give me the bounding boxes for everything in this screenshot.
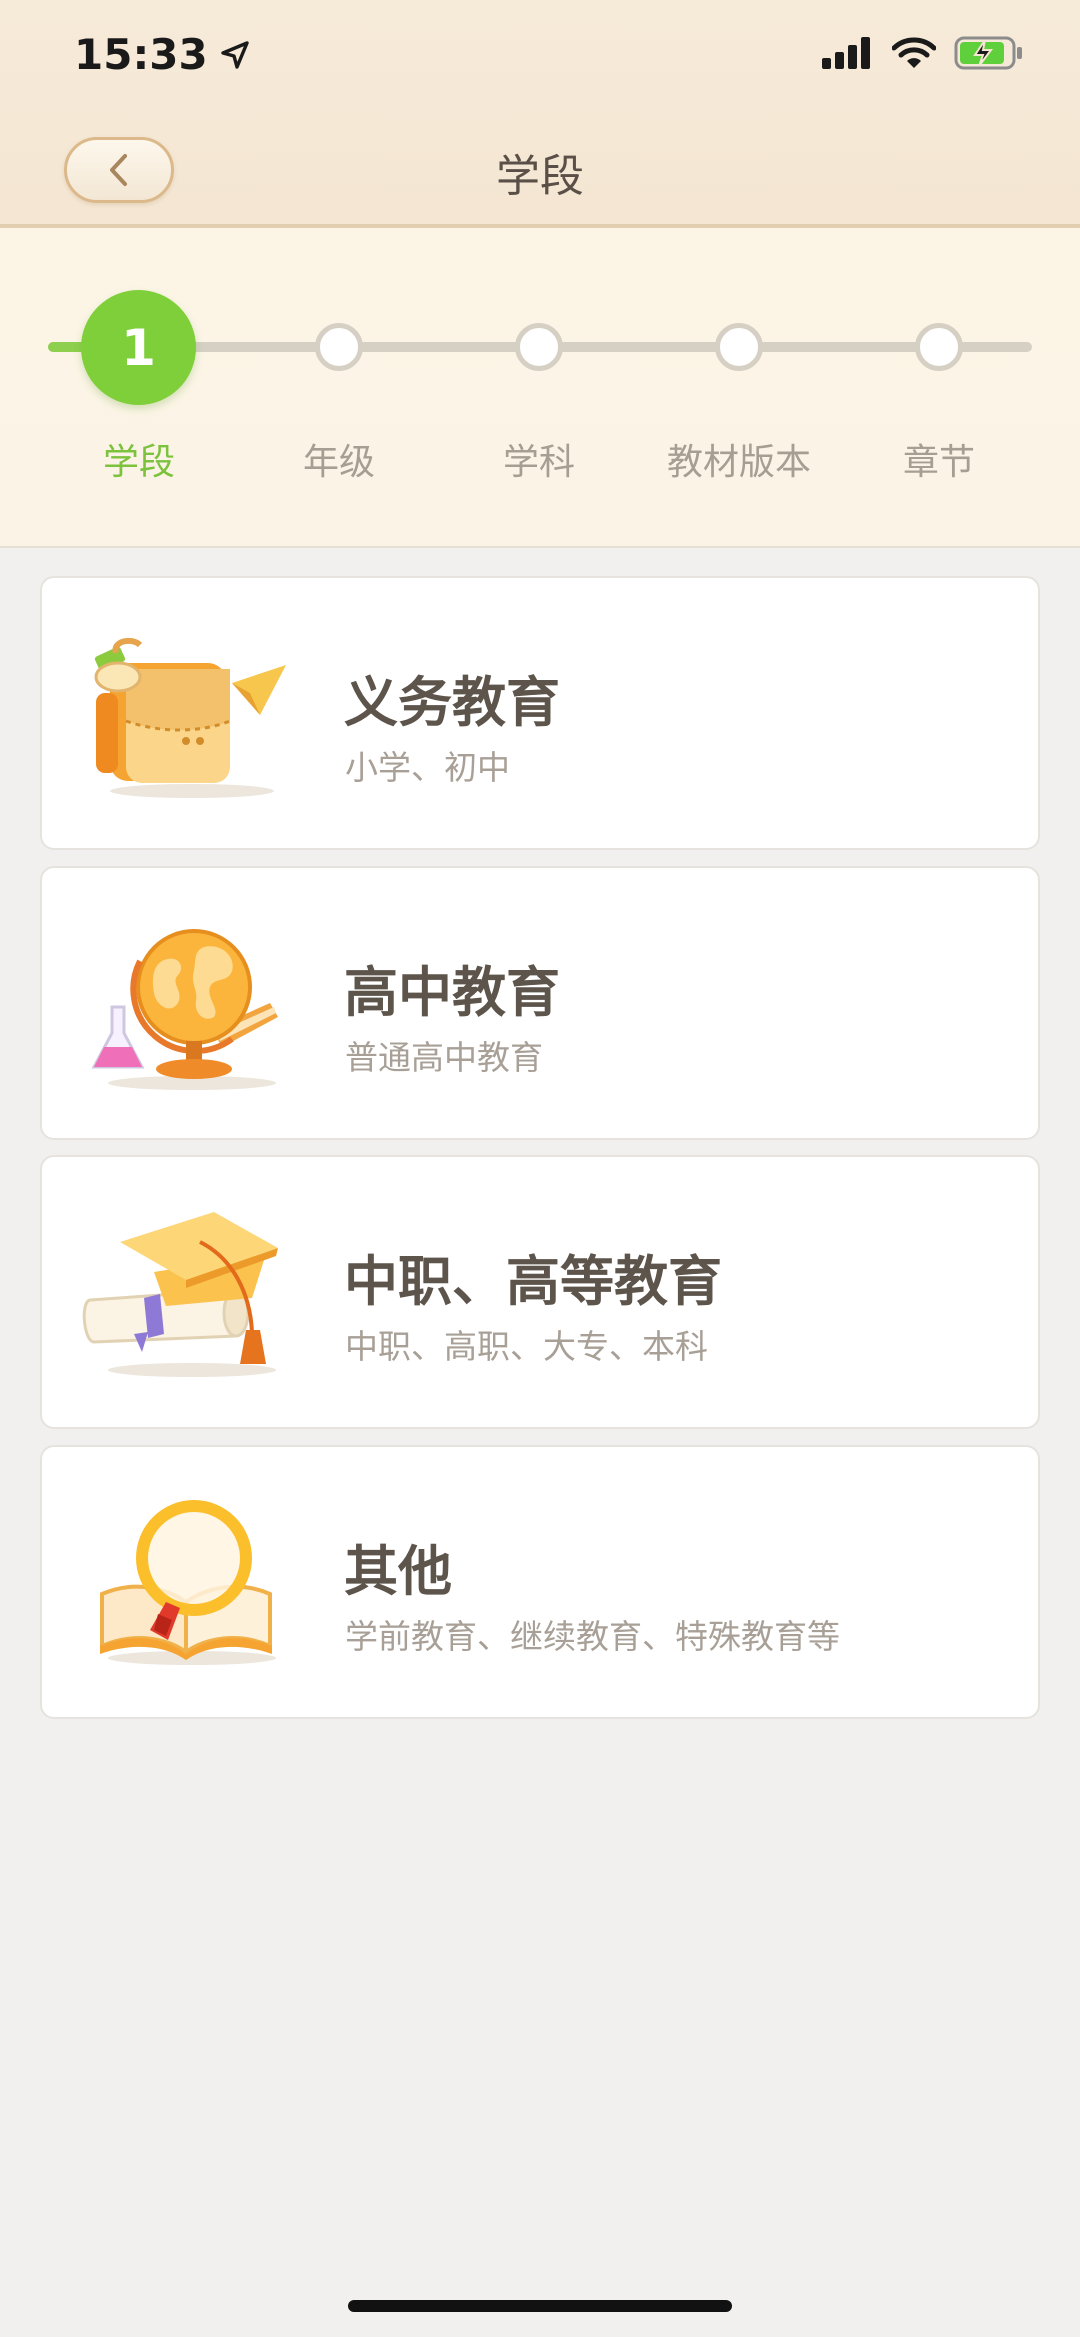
step-label-textbook-edition[interactable]: 教材版本 — [629, 433, 849, 485]
top-bar: 15:33 学段 — [0, 0, 1080, 228]
option-card-compulsory-education[interactable]: 义务教育 小学、初中 — [40, 576, 1040, 850]
step-label-stage[interactable]: 学段 — [29, 433, 249, 485]
option-subtitle: 中职、高职、大专、本科 — [345, 1327, 708, 1366]
globe-icon — [91, 929, 278, 1090]
progress-stepper: 1 学段 年级 学科 教材版本 章节 — [0, 228, 1080, 548]
option-card-other[interactable]: 其他 学前教育、继续教育、特殊教育等 — [40, 1445, 1040, 1719]
option-card-high-school-education[interactable]: 高中教育 普通高中教育 — [40, 866, 1040, 1140]
status-time: 15:33 — [74, 30, 250, 79]
magnifier-book-icon — [100, 1500, 276, 1665]
status-icons — [822, 36, 1024, 70]
cellular-signal-icon — [822, 37, 870, 69]
option-title: 高中教育 — [344, 961, 560, 1024]
page-title: 学段 — [496, 151, 584, 202]
option-subtitle: 小学、初中 — [345, 748, 510, 787]
step-label-subject[interactable]: 学科 — [429, 433, 649, 485]
wifi-icon — [892, 37, 936, 68]
battery-charging-icon — [954, 36, 1022, 70]
step-dot-chapter[interactable] — [915, 323, 963, 371]
location-arrow-icon — [221, 40, 249, 69]
school-bag-icon — [94, 637, 286, 798]
option-subtitle: 学前教育、继续教育、特殊教育等 — [345, 1617, 840, 1656]
step-label-chapter[interactable]: 章节 — [829, 433, 1049, 485]
option-title: 中职、高等教育 — [344, 1250, 722, 1313]
step-dot-grade[interactable] — [315, 323, 363, 371]
home-indicator[interactable] — [348, 2300, 732, 2312]
status-time-text: 15:33 — [74, 30, 208, 79]
step-active-stage[interactable]: 1 — [81, 290, 196, 405]
option-title: 其他 — [344, 1540, 452, 1603]
graduation-cap-icon — [82, 1212, 278, 1377]
step-number: 1 — [121, 318, 156, 377]
option-title: 义务教育 — [344, 671, 560, 734]
option-card-vocational-higher-education[interactable]: 中职、高等教育 中职、高职、大专、本科 — [40, 1155, 1040, 1429]
step-dot-textbook-edition[interactable] — [715, 323, 763, 371]
step-label-grade[interactable]: 年级 — [229, 433, 449, 485]
step-dot-subject[interactable] — [515, 323, 563, 371]
option-subtitle: 普通高中教育 — [345, 1038, 543, 1077]
